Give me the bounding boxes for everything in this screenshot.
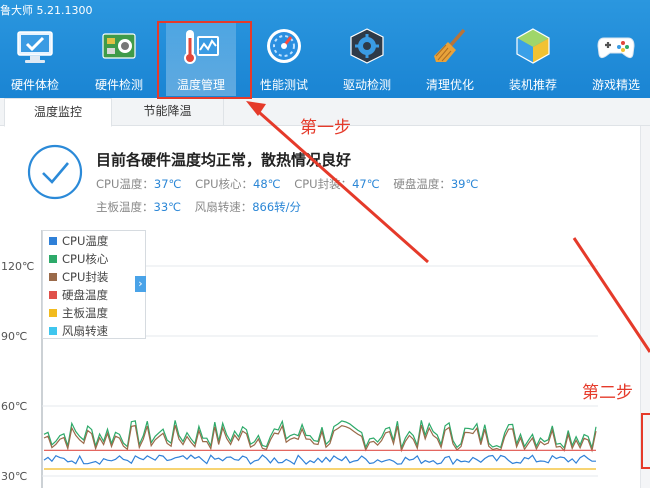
cpu-core-value: 48℃ <box>253 177 281 191</box>
series-line <box>43 454 596 466</box>
tool-label: 硬件体检 <box>10 78 59 92</box>
fan-speed-value: 866转/分 <box>252 200 302 214</box>
cube-icon <box>516 28 550 64</box>
monitor-check-icon <box>17 31 53 63</box>
legend-label: CPU温度 <box>62 234 109 248</box>
disk-temp-value: 39℃ <box>450 177 479 191</box>
status-row-board: 主板温度：33℃ 风扇转速：866转/分 <box>96 199 311 215</box>
legend-label: 硬盘温度 <box>62 288 108 302</box>
highlight-box-temperature-tool <box>157 21 252 99</box>
legend-item[interactable]: 主板温度 <box>49 305 108 323</box>
highlight-box-side-panel <box>641 413 650 469</box>
annotation-step-one: 第一步 <box>300 118 351 138</box>
disk-temp-label: 硬盘温度： <box>393 177 451 191</box>
legend-item[interactable]: 风扇转速 <box>49 323 108 341</box>
legend-label: 风扇转速 <box>62 324 108 338</box>
cpu-temp-label: CPU温度： <box>96 177 154 191</box>
legend-label: CPU核心 <box>62 252 109 266</box>
app-title: 鲁大师 5.21.1300 <box>0 4 93 17</box>
tool-hardware-checkup[interactable]: 硬件体检 <box>0 22 70 96</box>
status-row-cpu: CPU温度：37℃ CPU核心：48℃ CPU封装：47℃ 硬盘温度：39℃ <box>96 176 488 192</box>
legend-label: CPU封装 <box>62 270 109 284</box>
top-toolbar: 鲁大师 5.21.1300 硬件体检 硬件检测 温度管理 性能测试 驱动检测 清… <box>0 0 650 98</box>
legend-swatch <box>49 237 57 245</box>
legend-swatch <box>49 255 57 263</box>
cpu-temp-value: 37℃ <box>153 177 182 191</box>
legend-item[interactable]: CPU核心 <box>49 251 108 269</box>
legend-swatch <box>49 309 57 317</box>
speedometer-icon <box>267 29 301 63</box>
legend-item[interactable]: CPU温度 <box>49 233 108 251</box>
gear-box-icon <box>350 28 384 64</box>
broom-icon <box>434 28 466 62</box>
legend-collapse-button[interactable]: › <box>135 276 146 292</box>
y-tick-label: 30℃ <box>1 470 27 483</box>
chart-legend: CPU温度 CPU核心 CPU封装 硬盘温度 主板温度 风扇转速 <box>42 230 146 339</box>
legend-swatch <box>49 327 57 335</box>
cpu-pkg-label: CPU封装： <box>294 177 353 191</box>
status-headline: 目前各硬件温度均正常，散热情况良好 <box>96 151 352 169</box>
tool-label: 清理优化 <box>425 78 474 92</box>
fan-speed-label: 风扇转速： <box>194 200 253 214</box>
app-window: 鲁大师 5.21.1300 硬件体检 硬件检测 温度管理 性能测试 驱动检测 清… <box>0 0 650 488</box>
annotation-step-two: 第二步 <box>582 383 633 403</box>
tool-hardware-detect[interactable]: 硬件检测 <box>84 22 154 96</box>
tool-game-picks[interactable]: 游戏精选 <box>581 22 650 96</box>
check-circle-icon <box>27 144 83 200</box>
board-temp-label: 主板温度： <box>96 200 154 214</box>
tool-label: 游戏精选 <box>591 78 640 92</box>
tool-label: 驱动检测 <box>342 78 391 92</box>
tool-driver-detect[interactable]: 驱动检测 <box>332 22 402 96</box>
tool-label: 装机推荐 <box>508 78 557 92</box>
tool-build-recommend[interactable]: 装机推荐 <box>498 22 568 96</box>
legend-item[interactable]: CPU封装 <box>49 269 108 287</box>
legend-swatch <box>49 291 57 299</box>
legend-item[interactable]: 硬盘温度 <box>49 287 108 305</box>
y-tick-label: 60℃ <box>1 400 27 413</box>
cpu-pkg-value: 47℃ <box>352 177 380 191</box>
y-tick-label: 120℃ <box>1 260 34 273</box>
legend-swatch <box>49 273 57 281</box>
gamepad-icon <box>597 37 635 59</box>
tab-temperature-monitor[interactable]: 温度监控 <box>4 98 112 127</box>
board-temp-value: 33℃ <box>153 200 182 214</box>
tool-clean-optimize[interactable]: 清理优化 <box>415 22 485 96</box>
tool-performance-test[interactable]: 性能测试 <box>249 22 319 96</box>
legend-label: 主板温度 <box>62 306 108 320</box>
tab-energy-cooling[interactable]: 节能降温 <box>112 98 224 126</box>
cpu-core-label: CPU核心： <box>195 177 253 191</box>
circuit-board-icon <box>102 33 136 59</box>
tool-label: 硬件检测 <box>94 78 143 92</box>
y-tick-label: 90℃ <box>1 330 27 343</box>
tool-label: 性能测试 <box>259 78 308 92</box>
